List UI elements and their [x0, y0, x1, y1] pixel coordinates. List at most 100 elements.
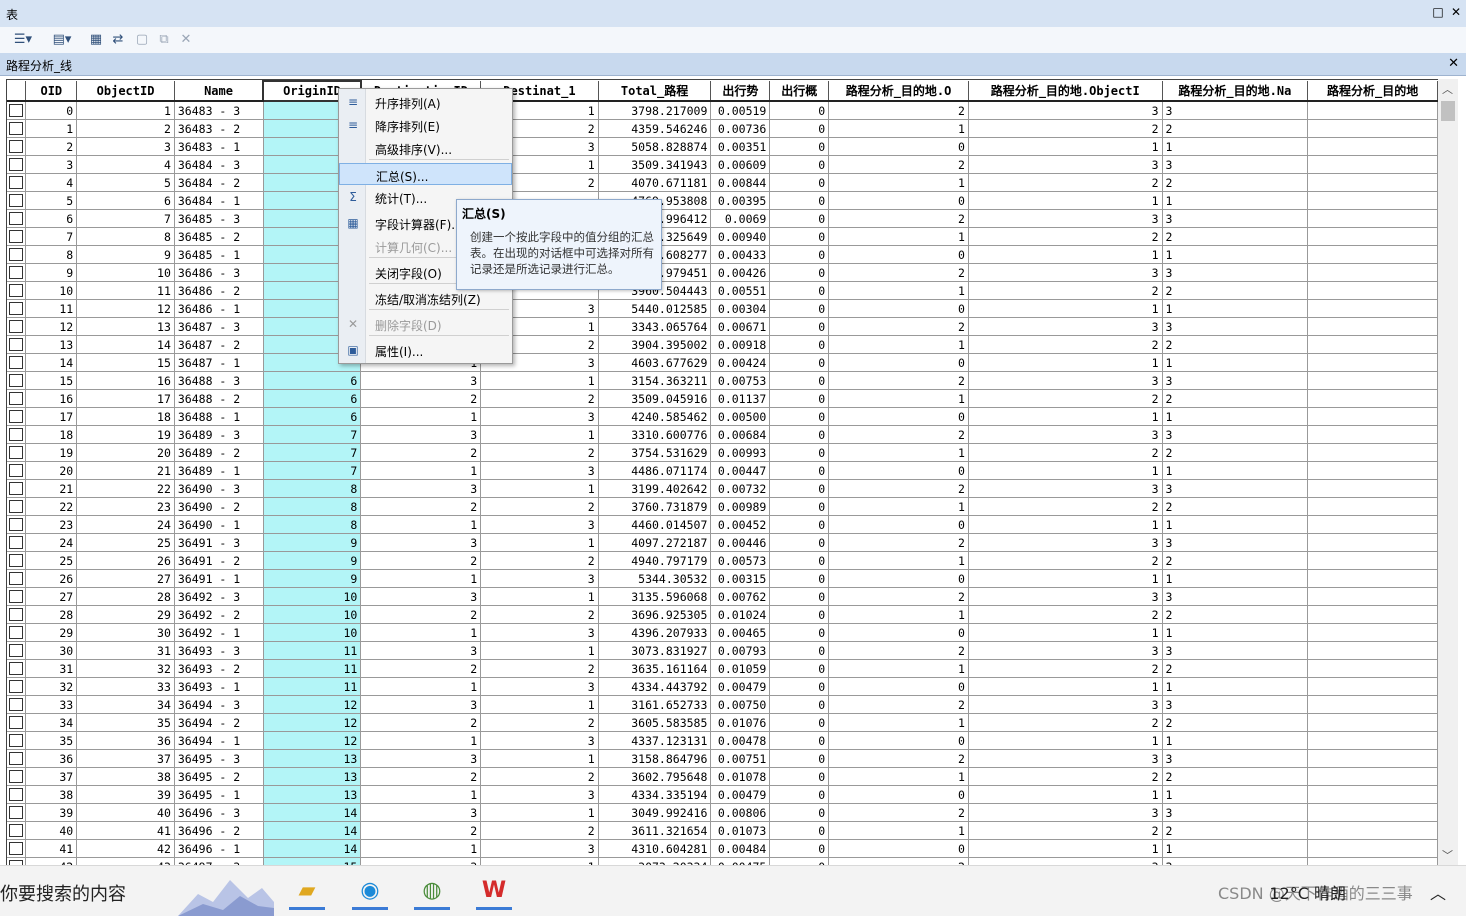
table-cell[interactable]: [1307, 299, 1438, 318]
table-cell[interactable]: 2: [968, 173, 1163, 192]
related-tables-icon[interactable]: ▤▾: [46, 31, 78, 49]
table-cell[interactable]: 0.01078: [710, 767, 771, 786]
table-cell[interactable]: 36483 - 3: [174, 101, 264, 120]
table-cell[interactable]: 36492 - 2: [174, 605, 264, 624]
table-cell[interactable]: [1307, 695, 1438, 714]
table-cell[interactable]: 7: [25, 227, 78, 246]
row-selector[interactable]: [7, 209, 27, 228]
table-cell[interactable]: 36487 - 1: [174, 353, 264, 372]
table-row[interactable]: 35 36 36494 - 1 12 1 3 4337.123131 0.00478 0 0 1 1: [7, 731, 1438, 750]
menu-item-8[interactable]: 冻结/取消冻结列(Z): [339, 287, 512, 309]
table-cell[interactable]: 41: [25, 839, 78, 858]
table-row[interactable]: 22 23 36490 - 2 8 2 2 3760.731879 0.00989 0 1 2 2: [7, 497, 1438, 516]
row-selector[interactable]: [7, 605, 27, 624]
table-cell[interactable]: [1307, 335, 1438, 354]
table-row[interactable]: 28 29 36492 - 2 10 2 2 3696.925305 0.01024 0 1 2 2: [7, 605, 1438, 624]
table-cell[interactable]: 36493 - 1: [174, 677, 264, 696]
table-cell[interactable]: 8: [76, 227, 175, 246]
table-cell[interactable]: 10: [263, 605, 362, 624]
table-row[interactable]: 23 24 36490 - 1 8 1 3 4460.014507 0.00452 0 0 1 1: [7, 515, 1438, 534]
table-cell[interactable]: 2: [480, 389, 599, 408]
table-cell[interactable]: 13: [76, 317, 175, 336]
table-cell[interactable]: 3: [1162, 425, 1309, 444]
table-cell[interactable]: 0.00351: [710, 137, 771, 156]
table-cell[interactable]: 0: [769, 209, 830, 228]
table-row[interactable]: 33 34 36494 - 3 12 3 1 3161.652733 0.00750 0 2 3 3: [7, 695, 1438, 714]
table-cell[interactable]: 1: [828, 173, 969, 192]
table-cell[interactable]: [1307, 209, 1438, 228]
table-cell[interactable]: 1: [480, 641, 599, 660]
table-cell[interactable]: [1307, 623, 1438, 642]
table-cell[interactable]: 3: [1162, 479, 1309, 498]
table-cell[interactable]: 2: [1162, 227, 1309, 246]
table-cell[interactable]: 19: [76, 425, 175, 444]
table-cell[interactable]: 1: [828, 389, 969, 408]
table-cell[interactable]: 0.00750: [710, 695, 771, 714]
table-cell[interactable]: 13: [263, 785, 362, 804]
scroll-down-icon[interactable]: ﹀: [1442, 847, 1453, 863]
table-cell[interactable]: 36485 - 2: [174, 227, 264, 246]
table-cell[interactable]: 3798.217009: [598, 101, 712, 120]
table-cell[interactable]: 1: [968, 461, 1163, 480]
table-cell[interactable]: 0: [769, 335, 830, 354]
row-selector[interactable]: [7, 497, 27, 516]
row-selector[interactable]: [7, 641, 27, 660]
table-cell[interactable]: 36493 - 3: [174, 641, 264, 660]
row-selector[interactable]: [7, 461, 27, 480]
table-cell[interactable]: 0: [769, 785, 830, 804]
table-row[interactable]: 34 35 36494 - 2 12 2 2 3605.583585 0.01076 0 1 2 2: [7, 713, 1438, 732]
table-row[interactable]: 27 28 36492 - 3 10 3 1 3135.596068 0.00762 0 2 3 3: [7, 587, 1438, 606]
row-selector[interactable]: [7, 839, 27, 858]
table-cell[interactable]: 3: [480, 461, 599, 480]
table-cell[interactable]: 4: [76, 155, 175, 174]
table-cell[interactable]: 0.00736: [710, 119, 771, 138]
table-cell[interactable]: [1307, 101, 1438, 120]
column-header-8[interactable]: 出行概: [769, 81, 830, 102]
table-cell[interactable]: 3: [1162, 101, 1309, 120]
table-cell[interactable]: 2: [828, 803, 969, 822]
row-selector[interactable]: [7, 407, 27, 426]
table-cell[interactable]: 1: [480, 425, 599, 444]
table-cell[interactable]: 1: [828, 281, 969, 300]
table-row[interactable]: 13 14 36487 - 2 2 3904.395002 0.00918 0 1 2 2: [7, 335, 1438, 354]
table-cell[interactable]: 10: [25, 281, 78, 300]
table-cell[interactable]: 23: [76, 497, 175, 516]
table-cell[interactable]: 2: [1162, 713, 1309, 732]
column-header-2[interactable]: Name: [174, 81, 264, 102]
row-selector[interactable]: [7, 677, 27, 696]
table-cell[interactable]: 34: [25, 713, 78, 732]
table-cell[interactable]: 0.00452: [710, 515, 771, 534]
table-cell[interactable]: 36491 - 2: [174, 551, 264, 570]
table-row[interactable]: 5 6 36484 - 1 4769.953808 0.00395 0 0 1 1: [7, 191, 1438, 210]
table-cell[interactable]: 0.00751: [710, 749, 771, 768]
table-cell[interactable]: 1: [480, 695, 599, 714]
table-cell[interactable]: 0: [769, 587, 830, 606]
table-cell[interactable]: 9: [263, 533, 362, 552]
table-cell[interactable]: 2: [1162, 335, 1309, 354]
table-cell[interactable]: 0.0069: [710, 209, 771, 228]
table-cell[interactable]: 36485 - 1: [174, 245, 264, 264]
table-cell[interactable]: [1307, 659, 1438, 678]
table-cell[interactable]: 0.00551: [710, 281, 771, 300]
menu-item-9[interactable]: ✕ 删除字段(D): [339, 313, 512, 335]
table-cell[interactable]: 1: [360, 677, 482, 696]
table-cell[interactable]: 2: [828, 587, 969, 606]
table-cell[interactable]: 6: [263, 407, 362, 426]
column-header-10[interactable]: 路程分析_目的地.ObjectI: [968, 81, 1163, 102]
table-cell[interactable]: 1: [1162, 353, 1309, 372]
table-cell[interactable]: [1307, 353, 1438, 372]
table-cell[interactable]: 36489 - 1: [174, 461, 264, 480]
table-options-icon[interactable]: ☰▾: [8, 31, 38, 49]
table-cell[interactable]: 0: [828, 623, 969, 642]
table-cell[interactable]: 7: [263, 443, 362, 462]
table-cell[interactable]: 25: [76, 533, 175, 552]
table-cell[interactable]: 0: [769, 317, 830, 336]
table-cell[interactable]: 4334.443792: [598, 677, 712, 696]
table-cell[interactable]: 0: [769, 641, 830, 660]
table-cell[interactable]: 1: [1162, 461, 1309, 480]
table-cell[interactable]: 9: [263, 569, 362, 588]
table-cell[interactable]: 3: [968, 695, 1163, 714]
table-cell[interactable]: 0: [828, 353, 969, 372]
table-cell[interactable]: 0.00478: [710, 731, 771, 750]
table-cell[interactable]: [1307, 137, 1438, 156]
